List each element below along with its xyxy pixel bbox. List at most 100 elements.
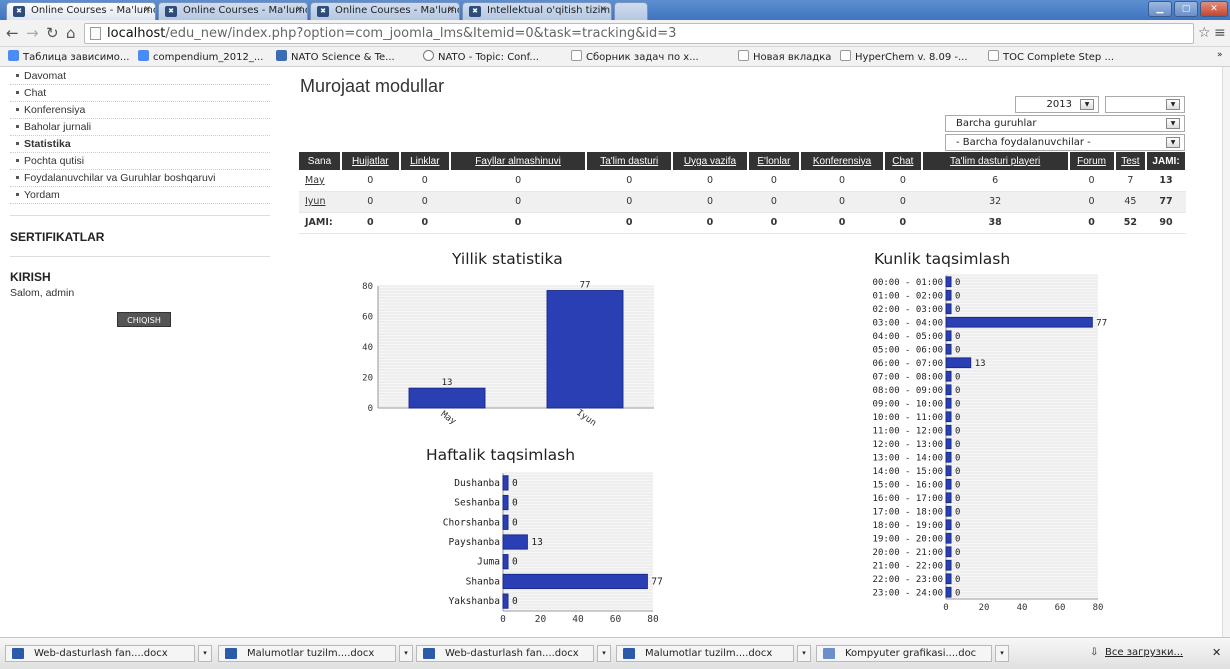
bookmarks-overflow-icon[interactable]: » — [1217, 50, 1223, 60]
maximize-icon[interactable]: ▢ — [1174, 1, 1198, 17]
y-tick-label: Juma — [477, 557, 500, 568]
bookmark-item[interactable]: NATO - Topic: Conf... — [423, 50, 539, 63]
browser-tab-2[interactable]: ✖ Online Courses - Ma'lumo ✕ — [158, 2, 308, 20]
y-tick-label: 12:00 - 13:00 — [873, 440, 943, 450]
bookmark-item[interactable]: Таблица зависимо... — [8, 50, 129, 63]
google-icon — [8, 50, 19, 61]
year-value: 2013 — [1046, 99, 1072, 110]
column-header-elonlar[interactable]: E'lonlar — [747, 152, 802, 170]
window-close-icon[interactable]: ✕ — [1200, 1, 1228, 17]
bookmark-item[interactable]: Новая вкладка — [738, 50, 831, 63]
sidebar-item-konferensiya[interactable]: Konferensiya — [10, 102, 270, 119]
home-icon[interactable]: ⌂ — [66, 24, 76, 42]
bar — [502, 514, 509, 530]
minimize-icon[interactable]: ▁ — [1148, 1, 1172, 17]
bar-value-label: 77 — [1096, 318, 1107, 328]
logout-button[interactable]: CHIQISH — [117, 312, 171, 327]
column-header-talim-dasturi[interactable]: Ta'lim dasturi — [586, 152, 674, 170]
address-toolbar: ← → ↻ ⌂ localhost/edu_new/index.php?opti… — [0, 20, 1230, 47]
word-doc-icon — [823, 648, 835, 659]
downloads-bar: Web-dasturlash fan....docx ▾ Malumotlar t… — [0, 637, 1230, 669]
bookmark-star-icon[interactable]: ☆ — [1198, 24, 1211, 42]
sidebar-item-users-groups[interactable]: Foydalanuvchilar va Guruhlar boshqaruvi — [10, 170, 270, 187]
sidebar-item-chat[interactable]: Chat — [10, 85, 270, 102]
tab-close-icon[interactable]: ✕ — [143, 5, 151, 15]
joomla-favicon-icon: ✖ — [165, 6, 177, 17]
back-arrow-icon[interactable]: ← — [6, 24, 19, 42]
column-header-uyga-vazifa[interactable]: Uyga vazifa — [672, 152, 749, 170]
y-tick-label: 11:00 - 12:00 — [873, 426, 943, 436]
tab-close-icon[interactable]: ✕ — [599, 5, 607, 15]
x-tick-label: 20 — [979, 603, 990, 612]
bar-value-label: 0 — [955, 467, 960, 477]
chart-title-daily: Kunlik taqsimlash — [874, 250, 1011, 268]
y-tick-label: 09:00 - 10:00 — [873, 399, 943, 409]
bar — [945, 411, 952, 423]
year-select[interactable]: 2013 ▼ — [1015, 96, 1099, 113]
sidebar-item-statistika[interactable]: Statistika — [10, 136, 270, 153]
forward-arrow-icon[interactable]: → — [26, 24, 39, 42]
column-header-chat[interactable]: Chat — [884, 152, 923, 170]
download-item[interactable]: Kompyuter grafikasi....doc ▾ — [816, 645, 1009, 662]
chevron-down-icon[interactable]: ▾ — [995, 645, 1009, 662]
browser-tab-4[interactable]: ✖ Intellektual o'qitish tizimi ✕ — [462, 2, 612, 20]
bullet-icon — [16, 142, 19, 145]
bookmark-item[interactable]: TOC Complete Step ... — [988, 50, 1114, 63]
column-header-player[interactable]: Ta'lim dasturi playeri — [921, 152, 1070, 170]
reload-icon[interactable]: ↻ — [46, 24, 59, 42]
user-filter-select[interactable]: - Barcha foydalanuvchilar - ▼ — [945, 134, 1185, 151]
all-downloads-link[interactable]: Все загрузки... — [1105, 647, 1183, 658]
table-cell: 0 — [586, 212, 673, 234]
close-downloads-icon[interactable]: ✕ — [1212, 646, 1221, 659]
sidebar-item-davomat[interactable]: Davomat — [10, 68, 270, 85]
bar-value-label: 0 — [955, 413, 960, 423]
column-header-hujjatlar[interactable]: Hujjatlar — [340, 152, 401, 170]
tab-label: Online Courses - Ma'lumo — [31, 5, 156, 16]
sidebar-item-baholar[interactable]: Baholar jurnali — [10, 119, 270, 136]
chevron-down-icon[interactable]: ▾ — [198, 645, 212, 662]
table-cell: 0 — [449, 191, 587, 213]
y-tick-label: 10:00 - 11:00 — [873, 413, 943, 423]
download-item[interactable]: Malumotlar tuzilm....docx ▾ — [616, 645, 811, 662]
bookmark-item[interactable]: HyperChem v. 8.09 -... — [840, 50, 968, 63]
bar — [945, 289, 952, 301]
bookmark-item[interactable]: Сборник задач по х... — [571, 50, 699, 63]
y-tick-label: 17:00 - 18:00 — [873, 507, 943, 517]
column-header-konferensiya[interactable]: Konferensiya — [800, 152, 885, 170]
sidebar-item-pochta[interactable]: Pochta qutisi — [10, 153, 270, 170]
bar-value-label: 0 — [512, 517, 518, 528]
bar — [502, 475, 509, 491]
menu-icon[interactable]: ≡ — [1214, 24, 1226, 42]
row-label-link[interactable]: Iyun — [299, 191, 341, 213]
download-item[interactable]: Web-dasturlash fan....docx ▾ — [5, 645, 212, 662]
url-field[interactable]: localhost/edu_new/index.php?option=com_j… — [84, 23, 1194, 44]
group-filter-value: Barcha guruhlar — [956, 118, 1037, 129]
column-header-test[interactable]: Test — [1114, 152, 1148, 170]
column-header-forum[interactable]: Forum — [1068, 152, 1116, 170]
sidebar-item-yordam[interactable]: Yordam — [10, 187, 270, 204]
x-tick-label: May — [439, 410, 459, 428]
group-filter-select[interactable]: Barcha guruhlar ▼ — [945, 115, 1185, 132]
x-tick-label: 40 — [572, 614, 584, 625]
bar-value-label: 13 — [442, 378, 453, 388]
download-item[interactable]: Web-dasturlash fan....docx ▾ — [416, 645, 611, 662]
tab-close-icon[interactable]: ✕ — [447, 5, 455, 15]
bookmark-item[interactable]: NATO Science & Te... — [276, 50, 395, 63]
page-icon — [571, 50, 582, 61]
column-header-linklar[interactable]: Linklar — [399, 152, 451, 170]
download-item[interactable]: Malumotlar tuzilm....docx ▾ — [218, 645, 413, 662]
table-cell: 7 — [1114, 170, 1147, 192]
browser-tab-3[interactable]: ✖ Online Courses - Ma'lumo ✕ — [310, 2, 460, 20]
month-select[interactable]: ▼ — [1105, 96, 1185, 113]
word-doc-icon — [225, 648, 237, 659]
chevron-down-icon[interactable]: ▾ — [597, 645, 611, 662]
new-tab-button[interactable] — [614, 2, 648, 20]
tab-close-icon[interactable]: ✕ — [295, 5, 303, 15]
column-header-fayllar[interactable]: Fayllar almashinuvi — [449, 152, 588, 170]
chevron-down-icon[interactable]: ▾ — [399, 645, 413, 662]
bookmark-item[interactable]: compendium_2012_... — [138, 50, 263, 63]
page-scrollbar[interactable] — [1222, 67, 1230, 637]
chevron-down-icon[interactable]: ▾ — [797, 645, 811, 662]
browser-tab-1[interactable]: ✖ Online Courses - Ma'lumo ✕ — [6, 2, 156, 20]
row-label-link[interactable]: May — [299, 170, 341, 192]
